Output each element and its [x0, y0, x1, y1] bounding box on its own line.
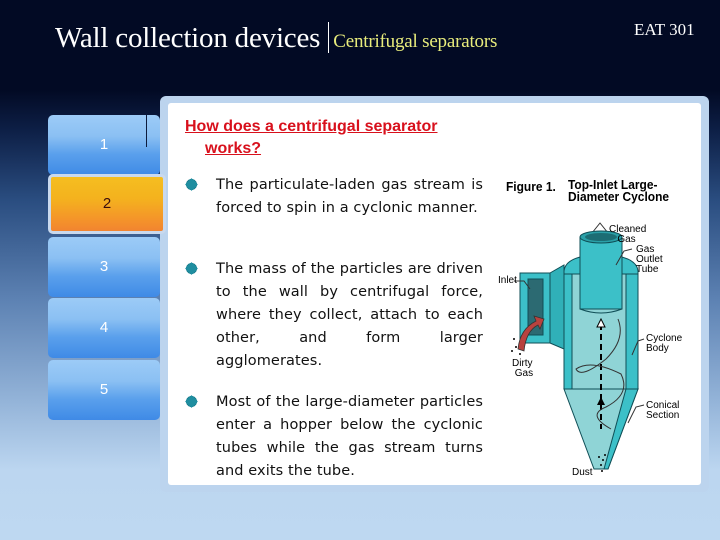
label-gas-outlet-line-3: Tube: [636, 264, 659, 275]
bullet-icon: [186, 179, 197, 190]
gas-outlet-tube: [579, 236, 623, 310]
tab-3[interactable]: 3: [48, 237, 160, 297]
bullet-icon: [186, 396, 197, 407]
tab-label: 5: [99, 381, 109, 398]
bullet-icon: [186, 263, 197, 274]
label-cleaned-gas: Cleaned Gas: [609, 225, 646, 245]
inlet-connector: [549, 264, 565, 350]
label-dirty-gas-line-2: Gas: [514, 368, 534, 379]
bullet-text: The particulate-laden gas stream is forc…: [216, 177, 483, 216]
label-conical-line-2: Section: [646, 410, 680, 421]
label-inlet: Inlet: [498, 275, 517, 286]
tab-divider: [146, 115, 147, 147]
bullet-item: The mass of the particles are driven to …: [186, 258, 483, 373]
title-text: Wall collection devices: [55, 22, 321, 54]
tab-label: 1: [99, 136, 109, 153]
label-cyclone-body-line-2: Body: [646, 343, 669, 354]
heading-line-2: works?: [205, 140, 262, 157]
tab-label: 2: [102, 195, 112, 212]
tab-4[interactable]: 4: [48, 298, 160, 358]
bullet-text: Most of the large-diameter particles ent…: [216, 394, 483, 479]
tab-1[interactable]: 1: [48, 115, 160, 175]
cyclone-body-right-wall: [625, 273, 639, 390]
bullet-item: Most of the large-diameter particles ent…: [186, 391, 483, 483]
slide-title: Wall collection devices Centrifugal separ…: [55, 22, 497, 55]
subtitle-text: Centrifugal separators: [333, 31, 498, 52]
tab-5[interactable]: 5: [48, 360, 160, 420]
tab-label: 4: [99, 319, 109, 336]
label-cleaned-gas-line-2: Gas: [617, 234, 636, 245]
content-panel: How does a centrifugal separator works? …: [160, 96, 709, 492]
label-conical-section: Conical Section: [646, 401, 679, 421]
bullet-text: The mass of the particles are driven to …: [216, 261, 483, 369]
cyclone-figure: Figure 1. Top-Inlet Large- Diameter Cycl…: [498, 178, 701, 478]
label-dirty-gas: Dirty Gas: [512, 359, 533, 379]
content-panel-inner: How does a centrifugal separator works? …: [168, 103, 701, 485]
cyclone-body-left-wall: [563, 273, 573, 390]
label-cyclone-body: Cyclone Body: [646, 334, 682, 354]
tab-2[interactable]: 2: [48, 174, 166, 234]
tab-label: 3: [99, 258, 109, 275]
heading-line-1: How does a centrifugal separator: [185, 118, 438, 135]
course-code: EAT 301: [634, 20, 695, 39]
content-heading: How does a centrifugal separator works?: [185, 116, 485, 160]
cyclone-diagram: [511, 222, 645, 472]
label-gas-outlet-tube: Gas Outlet Tube: [636, 245, 663, 275]
bullet-item: The particulate-laden gas stream is forc…: [186, 174, 483, 220]
label-dust: Dust: [572, 467, 593, 478]
title-divider: [328, 22, 330, 53]
